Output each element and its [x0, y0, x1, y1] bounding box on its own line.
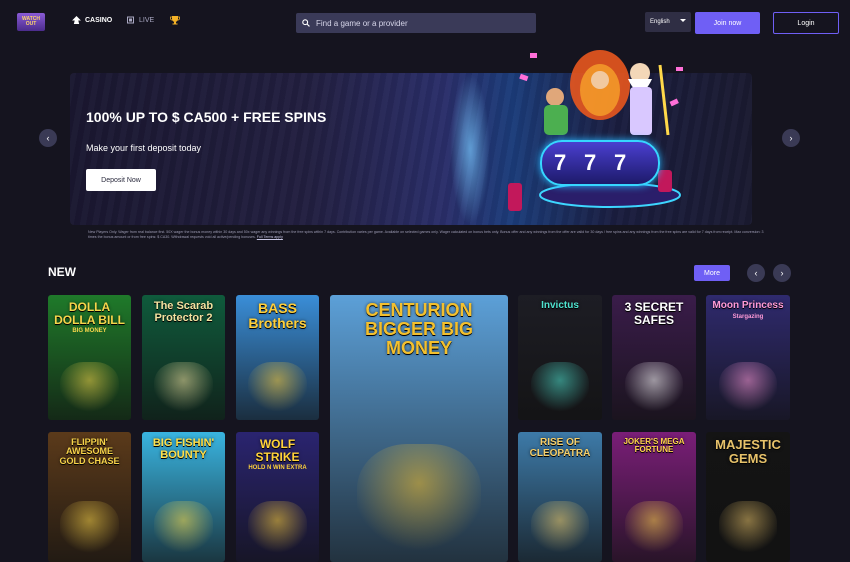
- slot-reel-2: 7: [584, 150, 597, 175]
- game-tile[interactable]: JOKER'S MEGA FORTUNE: [612, 432, 696, 562]
- banner-glow: [450, 73, 490, 225]
- chevron-right-icon: ›: [789, 133, 793, 143]
- banner-characters-illustration: [508, 50, 683, 211]
- game-artwork: [60, 501, 119, 556]
- nav-casino-label: CASINO: [85, 16, 113, 24]
- full-terms-link[interactable]: Full Terms apply: [257, 235, 283, 239]
- game-artwork: [248, 501, 307, 556]
- games-next-button[interactable]: ›: [773, 264, 791, 282]
- game-artwork: [60, 361, 119, 414]
- live-icon: [127, 16, 134, 24]
- chevron-right-icon: ›: [780, 268, 784, 278]
- deposit-now-button[interactable]: Deposit Now: [86, 169, 156, 191]
- game-tile[interactable]: CENTURION BIGGER BIG MONEY: [330, 295, 508, 562]
- game-subtitle: HOLD N WIN EXTRA: [248, 465, 307, 472]
- language-value: English: [650, 19, 670, 25]
- search-bar[interactable]: [296, 13, 536, 33]
- game-title: Moon Princess: [712, 300, 784, 311]
- game-title: JOKER'S MEGA FORTUNE: [623, 437, 685, 455]
- games-prev-button[interactable]: ‹: [747, 264, 765, 282]
- game-title: The Scarab Protector 2: [153, 300, 214, 324]
- game-tile[interactable]: Moon Princess Stargazing: [706, 295, 790, 420]
- game-tile[interactable]: The Scarab Protector 2: [142, 295, 225, 420]
- search-icon: [302, 19, 310, 27]
- chevron-down-icon: [680, 19, 686, 22]
- game-artwork: [624, 501, 684, 556]
- more-button[interactable]: More: [694, 265, 730, 281]
- terms-body: New Players Only. Wager from real balanc…: [88, 230, 764, 239]
- game-artwork: [624, 361, 684, 414]
- nav-tournaments[interactable]: [170, 15, 180, 25]
- game-subtitle: BIG MONEY: [72, 328, 107, 335]
- login-button[interactable]: Login: [773, 12, 839, 34]
- game-title: DOLLA DOLLA BILL: [54, 300, 125, 327]
- game-title: BASS Brothers: [248, 300, 307, 331]
- game-title: RISE OF CLEOPATRA: [529, 437, 591, 459]
- game-subtitle: Stargazing: [732, 313, 764, 320]
- game-tile[interactable]: BIG FISHIN' BOUNTY: [142, 432, 225, 562]
- game-tile[interactable]: RISE OF CLEOPATRA: [518, 432, 602, 562]
- game-tile[interactable]: FLIPPIN' AWESOME GOLD CHASE: [48, 432, 131, 562]
- game-tile[interactable]: Invictus: [518, 295, 602, 420]
- bonus-terms-text: New Players Only. Wager from real balanc…: [88, 230, 764, 240]
- game-title: MAJESTIC GEMS: [715, 437, 781, 466]
- slot-reel-1: 7: [554, 150, 567, 175]
- join-now-button[interactable]: Join now: [695, 12, 760, 34]
- game-title: WOLF STRIKE: [255, 437, 300, 464]
- game-tile[interactable]: BASS Brothers: [236, 295, 319, 420]
- banner-next-button[interactable]: ›: [782, 129, 800, 147]
- top-header: WATCH OUT CASINO LIVE English Join now L…: [0, 0, 850, 44]
- game-title: BIG FISHIN' BOUNTY: [152, 437, 215, 461]
- trophy-icon: [170, 16, 180, 25]
- section-title: NEW: [48, 265, 76, 279]
- language-select[interactable]: English: [645, 12, 691, 32]
- game-artwork: [356, 443, 482, 556]
- nav-live-label: LIVE: [139, 16, 155, 24]
- game-tile[interactable]: 3 SECRET SAFES: [612, 295, 696, 420]
- game-artwork: [154, 501, 213, 556]
- spade-icon: [72, 16, 81, 24]
- game-title: FLIPPIN' AWESOME GOLD CHASE: [59, 437, 120, 466]
- nav-casino[interactable]: CASINO: [72, 16, 112, 24]
- site-logo[interactable]: WATCH OUT: [17, 13, 45, 31]
- game-title: 3 SECRET SAFES: [624, 300, 684, 327]
- banner-title: 100% UP TO $ CA500 + FREE SPINS: [86, 109, 327, 125]
- banner-prev-button[interactable]: ‹: [39, 129, 57, 147]
- slot-machine-illustration: 7 7 7: [540, 140, 660, 186]
- game-artwork: [718, 361, 778, 414]
- chevron-left-icon: ‹: [46, 133, 50, 143]
- game-tile[interactable]: WOLF STRIKE HOLD N WIN EXTRA: [236, 432, 319, 562]
- game-tile[interactable]: DOLLA DOLLA BILL BIG MONEY: [48, 295, 131, 420]
- banner-subtitle: Make your first deposit today: [86, 143, 202, 153]
- game-artwork: [154, 361, 213, 414]
- slot-reel-3: 7: [614, 150, 627, 175]
- game-title: Invictus: [541, 300, 579, 311]
- game-artwork: [718, 501, 778, 556]
- nav-live[interactable]: LIVE: [127, 16, 154, 24]
- game-title: CENTURION BIGGER BIG MONEY: [364, 300, 473, 358]
- logo-text: WATCH OUT: [22, 16, 40, 27]
- search-input[interactable]: [316, 18, 526, 28]
- game-artwork: [248, 361, 307, 414]
- chevron-left-icon: ‹: [754, 268, 758, 278]
- game-artwork: [530, 501, 590, 556]
- game-artwork: [530, 361, 590, 414]
- game-tile[interactable]: MAJESTIC GEMS: [706, 432, 790, 562]
